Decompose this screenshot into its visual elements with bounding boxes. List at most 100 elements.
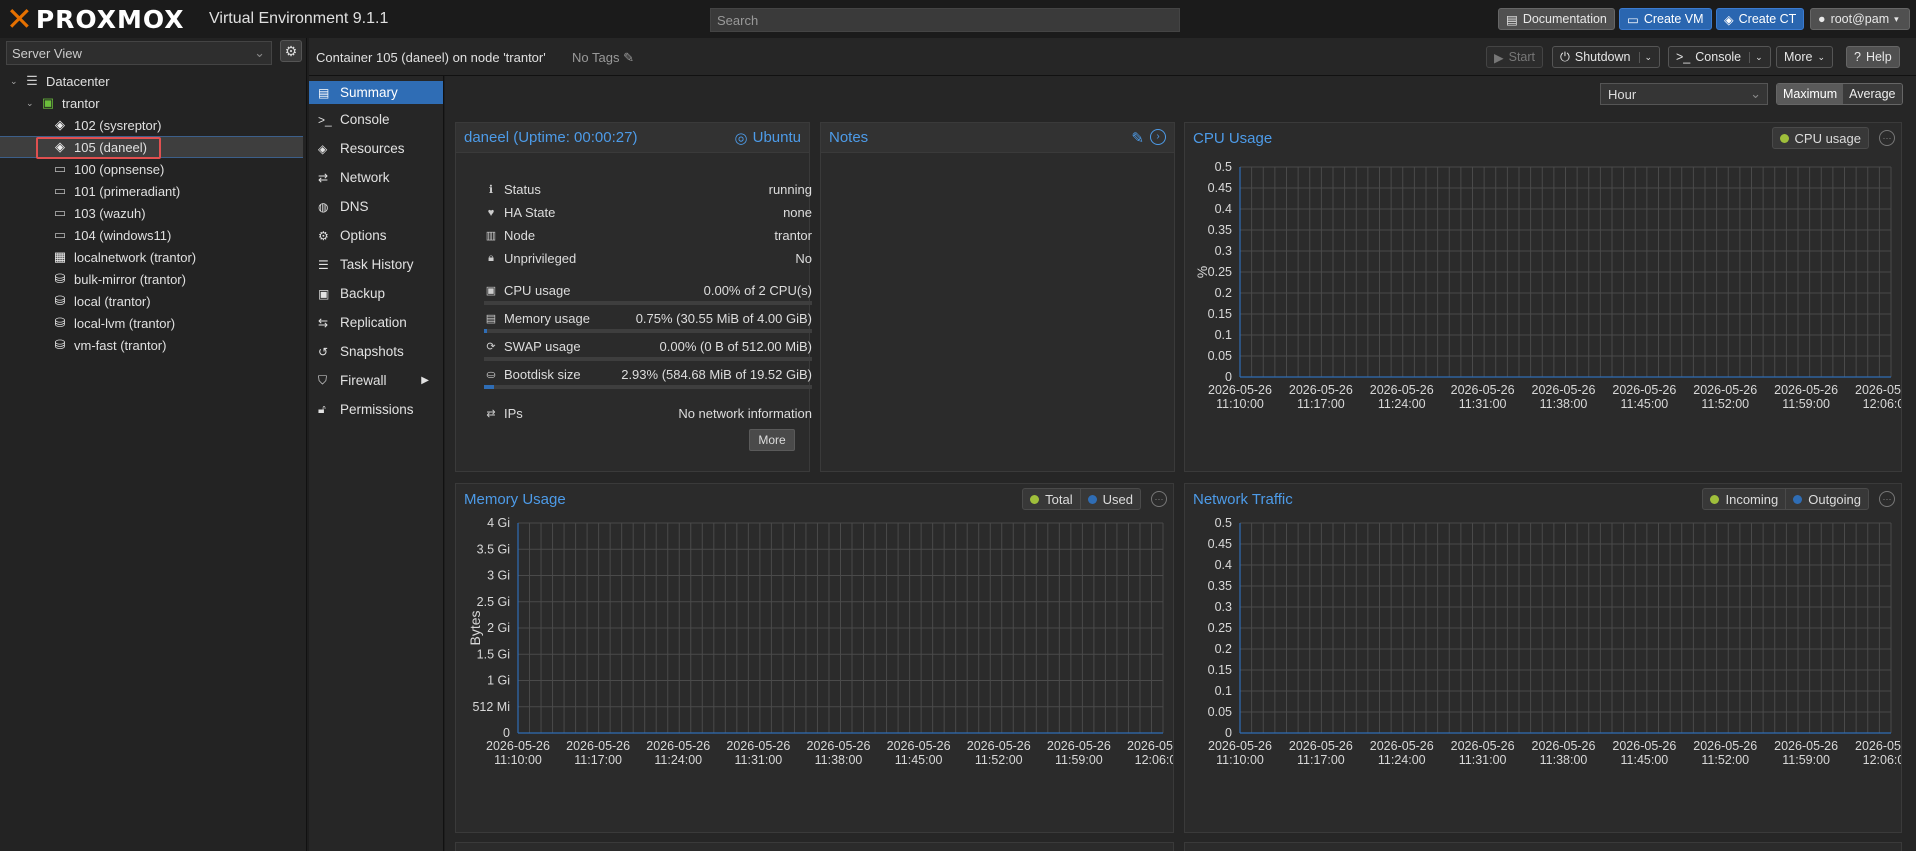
help-button[interactable]: ? Help	[1846, 46, 1900, 68]
ubuntu-icon: ◎	[734, 129, 748, 147]
chart-menu-icon[interactable]: ···	[1879, 130, 1895, 146]
console-button[interactable]: >_ Console ⌄	[1668, 46, 1771, 68]
nav-snapshots[interactable]: ↺ Snapshots	[309, 337, 443, 366]
legend-item-cpu-usage[interactable]: CPU usage	[1773, 128, 1868, 148]
top-bar: ✕ PROXMOX Virtual Environment 9.1.1 Searc…	[0, 0, 1916, 38]
cpu-chart-legend: CPU usage	[1771, 127, 1869, 149]
x-tick-label-time: 11:38:00	[815, 753, 863, 767]
notes-title: Notes	[829, 129, 869, 146]
x-tick-label-date: 2026-05-26	[1370, 739, 1434, 753]
y-tick-label: 1.5 Gi	[477, 647, 510, 661]
ips-more-button[interactable]: More	[749, 429, 795, 451]
nav-console[interactable]: >_ Console	[309, 105, 443, 134]
maximum-toggle[interactable]: Maximum	[1777, 84, 1844, 104]
tree-item-container[interactable]: ◈ 102 (sysreptor)	[0, 114, 303, 136]
nav-firewall[interactable]: ⛉ Firewall ▶	[309, 366, 443, 395]
network-chart-panel: Network Traffic Incoming Outgoing ··· 00…	[1184, 483, 1916, 833]
cpu-icon: ▣	[485, 285, 497, 297]
x-tick-label-date: 2026-05-26	[1289, 383, 1353, 397]
search-input[interactable]: Search	[710, 8, 1180, 32]
average-toggle[interactable]: Average	[1843, 84, 1902, 104]
chevron-down-icon[interactable]: ⌄	[1638, 51, 1652, 63]
y-tick-label: 512 Mi	[472, 700, 510, 714]
y-tick-label: 0.1	[1215, 684, 1232, 698]
tree-settings-gear-icon[interactable]: ⚙	[280, 40, 302, 62]
nav-resources[interactable]: ◈ Resources	[309, 134, 443, 163]
tags-editor[interactable]: No Tags ✎	[572, 50, 634, 66]
nav-dns[interactable]: ◍ DNS	[309, 192, 443, 221]
collapse-circle-icon[interactable]: ›	[1150, 128, 1166, 145]
tree-item-vm[interactable]: ▭ 104 (windows11)	[0, 224, 303, 246]
legend-dot	[1087, 494, 1097, 504]
expand-arrow-icon[interactable]: ▶	[421, 375, 429, 386]
chart-menu-icon[interactable]: ···	[1151, 491, 1167, 507]
ha-state-row: ♥ HA State none	[484, 205, 812, 220]
nav-summary[interactable]: ▤ Summary	[309, 81, 443, 104]
storage-icon: ⛁	[54, 315, 66, 330]
tree-item-vm[interactable]: ▭ 100 (opnsense)	[0, 158, 303, 180]
datacenter-icon: ☰	[26, 73, 38, 88]
status-title: daneel (Uptime: 00:00:27)	[464, 129, 638, 146]
tree-item-storage[interactable]: ⛁ bulk-mirror (trantor)	[0, 268, 303, 290]
x-tick-label-time: 11:31:00	[1459, 753, 1507, 767]
user-icon: ●	[1818, 12, 1826, 26]
collapse-icon[interactable]: ⌄	[10, 76, 22, 87]
tree-item-network[interactable]: ▦ localnetwork (trantor)	[0, 246, 303, 268]
timeframe-select[interactable]: Hour ⌄	[1600, 83, 1768, 105]
pencil-icon[interactable]: ✎	[623, 50, 634, 65]
user-menu-button[interactable]: ● root@pam ▾	[1810, 8, 1910, 30]
nav-options[interactable]: ⚙ Options	[309, 221, 443, 250]
nav-network[interactable]: ⇄ Network	[309, 163, 443, 192]
edit-icon[interactable]: ✎	[1131, 129, 1144, 147]
tree-item-container-selected[interactable]: ◈ 105 (daneel)	[0, 136, 303, 159]
y-tick-label: 3 Gi	[487, 569, 510, 583]
nav-replication[interactable]: ⇆ Replication	[309, 308, 443, 337]
tree-item-storage[interactable]: ⛁ local-lvm (trantor)	[0, 312, 303, 334]
tree-item-datacenter[interactable]: ⌄ ☰ Datacenter	[0, 70, 303, 92]
y-tick-label: 0.05	[1208, 705, 1232, 719]
documentation-button[interactable]: ▤ Documentation	[1498, 8, 1615, 30]
view-select[interactable]: Server View ⌄	[6, 41, 272, 65]
collapse-icon[interactable]: ⌄	[26, 98, 38, 109]
tree-item-storage[interactable]: ⛁ local (trantor)	[0, 290, 303, 312]
chart-menu-icon[interactable]: ···	[1879, 491, 1895, 507]
legend-item-used[interactable]: Used	[1079, 489, 1140, 509]
heartbeat-icon: ♥	[487, 206, 495, 219]
tree-item-node[interactable]: ⌄ ▣ trantor	[0, 92, 303, 114]
y-tick-label: 3.5 Gi	[477, 542, 510, 556]
legend-item-incoming[interactable]: Incoming	[1703, 489, 1785, 509]
nav-permissions[interactable]: 🔓︎ Permissions	[309, 395, 443, 424]
start-button[interactable]: ▶ Start	[1486, 46, 1544, 68]
create-vm-button[interactable]: ▭ Create VM	[1619, 8, 1712, 30]
y-tick-label: 0.4	[1215, 202, 1232, 216]
legend-item-total[interactable]: Total	[1023, 489, 1079, 509]
nav-task-history[interactable]: ☰ Task History	[309, 250, 443, 279]
nav-backup[interactable]: ▣ Backup	[309, 279, 443, 308]
unlock-icon: 🔓︎	[318, 402, 326, 416]
y-tick-label: 0.05	[1208, 349, 1232, 363]
chevron-down-icon[interactable]: ⌄	[1749, 51, 1763, 63]
tree-item-vm[interactable]: ▭ 101 (primeradiant)	[0, 180, 303, 202]
x-tick-label-time: 11:59:00	[1055, 753, 1103, 767]
y-tick-label: 0.45	[1208, 537, 1232, 551]
shutdown-button[interactable]: ⏻ Shutdown ⌄	[1552, 46, 1661, 68]
tree-item-vm[interactable]: ▭ 103 (wazuh)	[0, 202, 303, 224]
history-icon: ↺	[318, 344, 329, 359]
x-tick-label-time: 11:17:00	[1297, 753, 1345, 767]
vm-stopped-icon: ▭	[53, 161, 67, 176]
x-tick-label-time: 11:17:00	[1297, 397, 1345, 411]
x-tick-label-date: 2026-05-26	[1127, 739, 1173, 753]
refresh-icon: ⟳	[486, 341, 496, 353]
legend-item-outgoing[interactable]: Outgoing	[1785, 489, 1868, 509]
create-ct-button[interactable]: ◈ Create CT	[1716, 8, 1805, 30]
x-tick-label-date: 2026-05-26	[1208, 383, 1272, 397]
more-button[interactable]: More ⌄	[1776, 46, 1834, 68]
resource-tree: ⌄ ☰ Datacenter ⌄ ▣ trantor ◈ 102 (sysreptor) …	[0, 70, 303, 356]
x-tick-label-time: 11:10:00	[494, 753, 542, 767]
tree-item-storage[interactable]: ⛁ vm-fast (trantor)	[0, 334, 303, 356]
consolidation-toggle: Maximum Average	[1776, 83, 1903, 105]
x-tick-label-time: 11:24:00	[1378, 397, 1426, 411]
list-icon: ☰	[318, 257, 329, 272]
x-tick-label-date: 2026-05-26	[1532, 383, 1596, 397]
y-tick-label: 0	[1225, 726, 1232, 740]
